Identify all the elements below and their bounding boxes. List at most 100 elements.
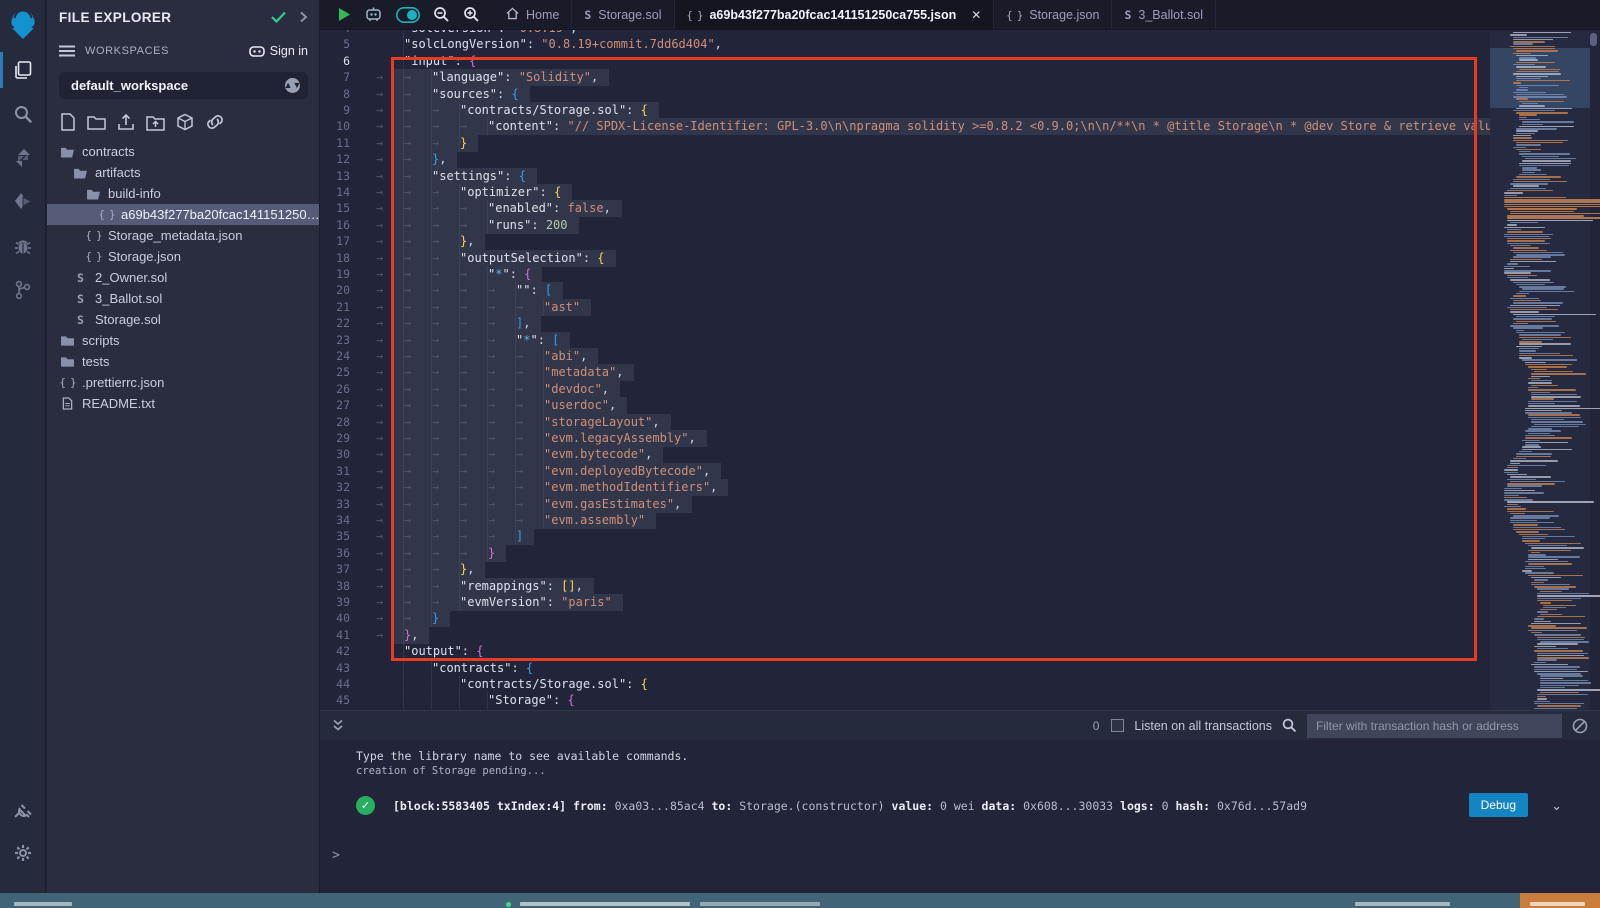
code-line-27[interactable]: 27→→→→→→"userdoc", xyxy=(320,397,1470,414)
transaction-filter-input[interactable] xyxy=(1307,714,1562,738)
tab-3-ballot-sol[interactable]: S3_Ballot.sol xyxy=(1112,0,1216,29)
tree-item-contracts[interactable]: contracts xyxy=(47,141,320,162)
code-line-32[interactable]: 32→→→→→→"evm.methodIdentifiers", xyxy=(320,479,1470,496)
new-folder-icon[interactable] xyxy=(87,114,106,130)
code-line-28[interactable]: 28→→→→→→"storageLayout", xyxy=(320,414,1470,431)
code-line-23[interactable]: 23→→→→→"*": [ xyxy=(320,332,1470,349)
code-line-17[interactable]: 17→→→}, xyxy=(320,233,1470,250)
zoom-out-icon[interactable] xyxy=(433,6,450,23)
remix-logo[interactable] xyxy=(0,0,46,48)
chevron-right-icon[interactable] xyxy=(299,11,308,23)
listen-all-transactions-checkbox[interactable] xyxy=(1111,719,1124,732)
code-line-21[interactable]: 21→→→→→→"ast" xyxy=(320,299,1470,316)
sidebar-item-solidity-compiler[interactable] xyxy=(0,136,46,180)
status-orange-segment[interactable] xyxy=(1520,893,1600,908)
terminal[interactable]: Type the library name to see available c… xyxy=(320,740,1600,893)
code-line-16[interactable]: 16→→→→"runs": 200 xyxy=(320,217,1470,234)
code-line-33[interactable]: 33→→→→→→"evm.gasEstimates", xyxy=(320,496,1470,513)
copilot-toggle-icon[interactable] xyxy=(396,7,420,23)
code-line-22[interactable]: 22→→→→→], xyxy=(320,315,1470,332)
code-line-8[interactable]: 8→→"sources": { xyxy=(320,86,1470,103)
checkmark-icon[interactable] xyxy=(271,11,287,23)
code-line-25[interactable]: 25→→→→→→"metadata", xyxy=(320,364,1470,381)
sidebar-item-debugger[interactable] xyxy=(0,224,46,268)
terminal-search-icon[interactable] xyxy=(1282,718,1297,733)
tree-item-storage-sol[interactable]: SStorage.sol xyxy=(47,309,320,330)
code-line-43[interactable]: 43→→"contracts": { xyxy=(320,660,1470,677)
code-line-19[interactable]: 19→→→→"*": { xyxy=(320,266,1470,283)
publish-ipfs-cube-icon[interactable] xyxy=(176,113,194,131)
workspace-select[interactable]: default_workspace ▲▼ xyxy=(59,72,308,99)
upload-file-icon[interactable] xyxy=(117,113,135,131)
code-editor[interactable]: 4→"solcVersion": "0.8.19",5→"solcLongVer… xyxy=(320,30,1600,710)
code-line-12[interactable]: 12→→}, xyxy=(320,151,1470,168)
new-file-icon[interactable] xyxy=(60,113,76,131)
code-line-31[interactable]: 31→→→→→→"evm.deployedBytecode", xyxy=(320,463,1470,480)
code-line-6[interactable]: 6→"input": { xyxy=(320,53,1470,70)
sidebar-item-plugin-manager[interactable] xyxy=(0,787,46,831)
hamburger-menu-icon[interactable] xyxy=(59,45,75,57)
code-line-18[interactable]: 18→→→"outputSelection": { xyxy=(320,250,1470,267)
tree-item-storage-json[interactable]: { }Storage.json xyxy=(47,246,320,267)
tree-item-storage-metadata-json[interactable]: { }Storage_metadata.json xyxy=(47,225,320,246)
code-line-13[interactable]: 13→→"settings": { xyxy=(320,168,1470,185)
code-line-15[interactable]: 15→→→→"enabled": false, xyxy=(320,200,1470,217)
sign-in-button[interactable]: Sign in xyxy=(249,44,308,58)
tree-item-artifacts[interactable]: artifacts xyxy=(47,162,320,183)
sidebar-item-git[interactable] xyxy=(0,268,46,312)
tree-item-tests[interactable]: tests xyxy=(47,351,320,372)
link-icon[interactable] xyxy=(205,114,225,130)
code-line-5[interactable]: 5→"solcLongVersion": "0.8.19+commit.7dd6… xyxy=(320,36,1470,53)
tab-storage-sol[interactable]: SStorage.sol xyxy=(572,0,674,29)
tab-a69b43f277ba20fcac141151250ca755-json[interactable]: { }a69b43f277ba20fcac141151250ca755.json… xyxy=(675,0,995,29)
code-line-29[interactable]: 29→→→→→→"evm.legacyAssembly", xyxy=(320,430,1470,447)
code-line-34[interactable]: 34→→→→→→"evm.assembly" xyxy=(320,512,1470,529)
code-line-42[interactable]: 42→"output": { xyxy=(320,643,1470,660)
code-line-45[interactable]: 45→→→→"Storage": { xyxy=(320,692,1470,709)
tab-home[interactable]: Home xyxy=(494,0,572,29)
code-line-11[interactable]: 11→→→} xyxy=(320,135,1470,152)
sidebar-item-settings[interactable] xyxy=(0,831,46,875)
code-line-30[interactable]: 30→→→→→→"evm.bytecode", xyxy=(320,446,1470,463)
code-line-44[interactable]: 44→→→"contracts/Storage.sol": { xyxy=(320,676,1470,693)
terminal-collapse-chevrons-icon[interactable] xyxy=(332,719,344,732)
code-line-41[interactable]: 41→}, xyxy=(320,627,1470,644)
tree-item-build-info[interactable]: build-info xyxy=(47,183,320,204)
code-line-40[interactable]: 40→→} xyxy=(320,610,1470,627)
ai-copilot-robot-icon[interactable] xyxy=(364,6,383,23)
sidebar-item-search[interactable] xyxy=(0,92,46,136)
code-line-36[interactable]: 36→→→→} xyxy=(320,545,1470,562)
transaction-expand-chevron-icon[interactable]: ⌄ xyxy=(1551,798,1562,814)
code-line-14[interactable]: 14→→→"optimizer": { xyxy=(320,184,1470,201)
code-line-39[interactable]: 39→→→"evmVersion": "paris" xyxy=(320,594,1470,611)
clear-console-icon[interactable] xyxy=(1572,718,1588,734)
code-line-9[interactable]: 9→→→"contracts/Storage.sol": { xyxy=(320,102,1470,119)
tree-item--prettierrc-json[interactable]: { }.prettierrc.json xyxy=(47,372,320,393)
tree-item-a69b43f277ba20fcac141151250ca7-[interactable]: { }a69b43f277ba20fcac141151250ca7... xyxy=(47,204,320,225)
tab-storage-json[interactable]: { }Storage.json xyxy=(994,0,1112,29)
code-line-26[interactable]: 26→→→→→→"devdoc", xyxy=(320,381,1470,398)
code-line-38[interactable]: 38→→→"remappings": [], xyxy=(320,578,1470,595)
tab-whitespace-arrow: → xyxy=(432,233,460,250)
tree-item-2-owner-sol[interactable]: S2_Owner.sol xyxy=(47,267,320,288)
debug-button[interactable]: Debug xyxy=(1469,793,1528,817)
terminal-prompt[interactable]: > xyxy=(332,848,340,863)
code-line-24[interactable]: 24→→→→→→"abi", xyxy=(320,348,1470,365)
tree-item-3-ballot-sol[interactable]: S3_Ballot.sol xyxy=(47,288,320,309)
zoom-in-icon[interactable] xyxy=(463,6,480,23)
run-script-play-button[interactable] xyxy=(338,7,351,22)
transaction-log-row[interactable]: ✓ [block:5583405 txIndex:4] from: 0xa03.… xyxy=(356,796,1580,815)
editor-scrollbar-thumb[interactable] xyxy=(1590,33,1597,46)
minimap[interactable] xyxy=(1490,32,1590,710)
sidebar-item-file-explorer[interactable] xyxy=(0,48,46,92)
code-line-37[interactable]: 37→→→}, xyxy=(320,561,1470,578)
code-line-10[interactable]: 10→→→→"content": "// SPDX-License-Identi… xyxy=(320,118,1470,135)
code-line-7[interactable]: 7→→"language": "Solidity", xyxy=(320,69,1470,86)
tree-item-readme-txt[interactable]: README.txt xyxy=(47,393,320,414)
tab-close-icon[interactable]: ✕ xyxy=(971,8,981,22)
code-line-20[interactable]: 20→→→→→"": [ xyxy=(320,282,1470,299)
upload-folder-icon[interactable] xyxy=(146,114,165,131)
code-line-35[interactable]: 35→→→→→] xyxy=(320,528,1470,545)
sidebar-item-deploy-run[interactable] xyxy=(0,180,46,224)
tree-item-scripts[interactable]: scripts xyxy=(47,330,320,351)
